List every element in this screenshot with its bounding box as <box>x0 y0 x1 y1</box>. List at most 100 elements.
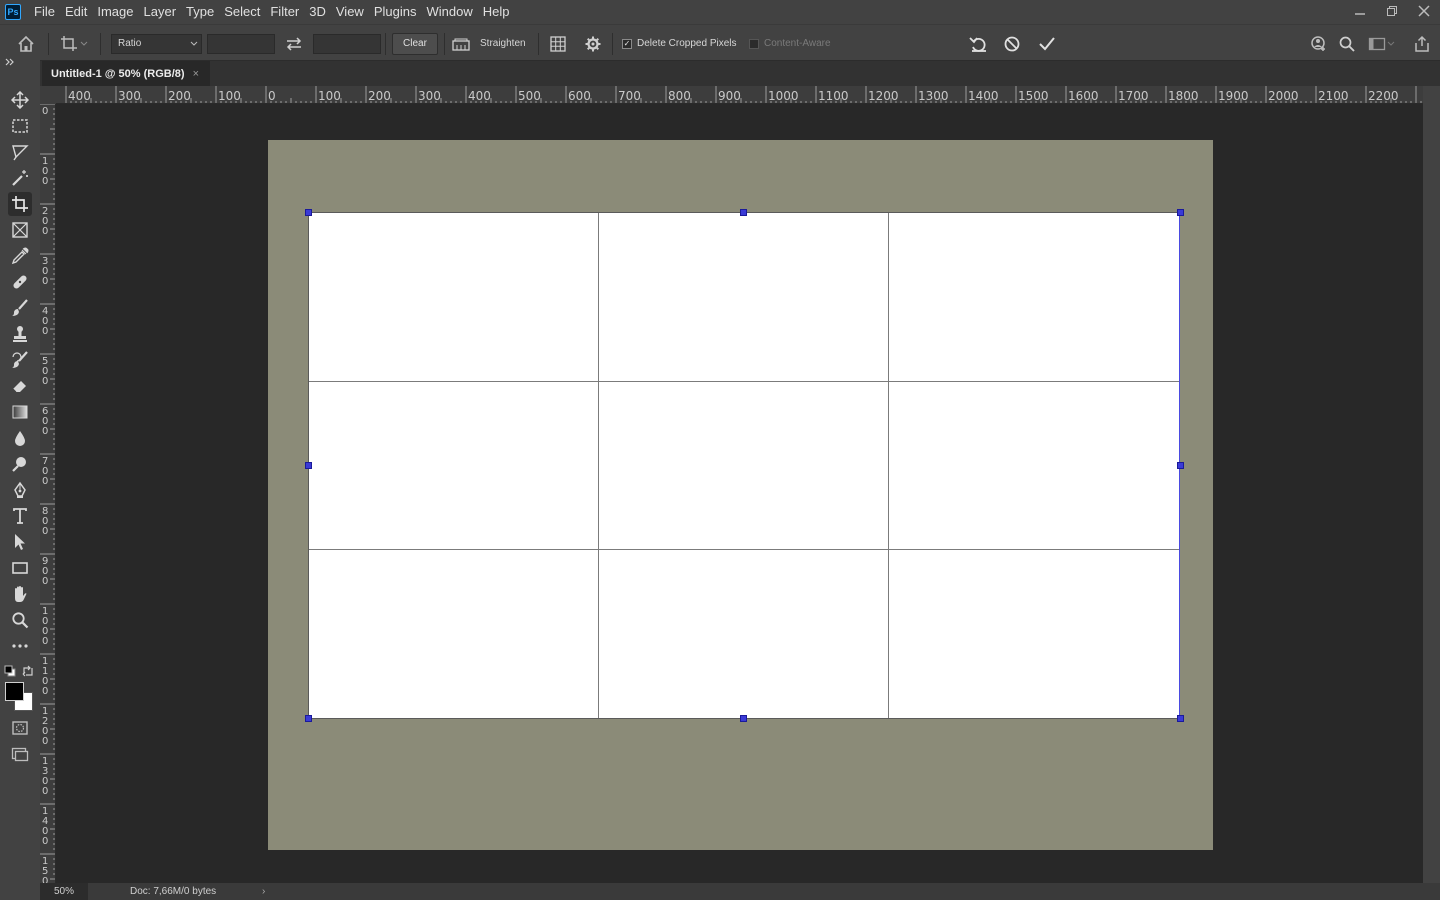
gradient-tool[interactable] <box>8 400 32 424</box>
crop-handle-top-right[interactable] <box>1177 209 1184 216</box>
status-menu-arrow[interactable]: › <box>262 883 265 900</box>
options-bar: Ratio Clear Straighten ✓ Delete Cropped … <box>0 24 1440 61</box>
lasso-tool[interactable] <box>8 140 32 164</box>
overlay-options-button[interactable] <box>549 25 567 62</box>
collapse-panels-button[interactable] <box>0 57 40 72</box>
menu-select[interactable]: Select <box>219 0 265 24</box>
type-tool[interactable] <box>8 504 32 528</box>
ratio-select-value: Ratio <box>118 38 142 49</box>
foreground-color-swatch[interactable] <box>5 682 24 701</box>
zoom-icon <box>12 612 29 629</box>
move-tool[interactable] <box>8 88 32 112</box>
width-input[interactable] <box>207 33 275 54</box>
checkbox-checked: ✓ <box>622 38 632 49</box>
commit-crop-button[interactable] <box>1038 25 1056 62</box>
share-button[interactable] <box>1413 25 1431 62</box>
blur-tool[interactable] <box>8 426 32 450</box>
bandage-icon <box>13 275 27 289</box>
crop-settings-button[interactable] <box>584 25 602 62</box>
tools-panel <box>0 72 40 900</box>
menu-window[interactable]: Window <box>421 0 477 24</box>
vertical-scrollbar[interactable] <box>1423 86 1440 883</box>
clone-stamp-tool[interactable] <box>8 322 32 346</box>
swap-dimensions-button[interactable] <box>285 25 303 62</box>
close-icon <box>1418 5 1430 17</box>
horizontal-ruler[interactable]: 400 300 200 100 0 100 200 300 400 500 600 700 800 900… <box>56 86 1423 104</box>
eyedropper-tool[interactable] <box>8 244 32 268</box>
edit-toolbar-button[interactable] <box>8 634 32 658</box>
clear-button[interactable]: Clear <box>392 32 438 55</box>
crop-handle-bottom-right[interactable] <box>1177 715 1184 722</box>
menu-edit[interactable]: Edit <box>60 0 92 24</box>
ruler-label: 0 <box>42 786 48 797</box>
history-brush-tool[interactable] <box>8 348 32 372</box>
hand-tool[interactable] <box>8 582 32 606</box>
crop-box[interactable] <box>308 212 1180 719</box>
menu-plugins[interactable]: Plugins <box>369 0 422 24</box>
swap-icon <box>286 36 302 51</box>
crop-tool[interactable] <box>8 192 32 216</box>
menu-layer[interactable]: Layer <box>139 0 182 24</box>
frame-tool[interactable] <box>8 218 32 242</box>
cancel-crop-button[interactable] <box>1003 25 1021 62</box>
magic-wand-tool[interactable] <box>8 166 32 190</box>
workspace-switcher[interactable] <box>1368 25 1396 62</box>
restore-button[interactable] <box>1376 0 1408 22</box>
menu-filter[interactable]: Filter <box>265 0 304 24</box>
document-info[interactable]: Doc: 7,66M/0 bytes <box>130 883 216 900</box>
quick-mask-button[interactable] <box>8 716 32 740</box>
brush-tool[interactable] <box>8 296 32 320</box>
menu-type[interactable]: Type <box>181 0 219 24</box>
straighten-button[interactable]: Straighten <box>452 25 526 62</box>
vertical-ruler[interactable]: 0100200300400500600700800900100011001200… <box>40 104 56 883</box>
dodge-tool[interactable] <box>8 452 32 476</box>
screen-mode-button[interactable] <box>8 742 32 766</box>
share-learn-button[interactable] <box>1310 25 1328 62</box>
crop-handle-bottom[interactable] <box>740 715 747 722</box>
zoom-level-field[interactable]: 50% <box>40 883 88 900</box>
menu-bar: Ps File Edit Image Layer Type Select Fil… <box>0 0 1440 24</box>
crop-handle-right[interactable] <box>1177 462 1184 469</box>
ratio-select[interactable]: Ratio <box>111 33 202 54</box>
tool-preset-picker[interactable] <box>60 25 88 62</box>
eyedropper-icon <box>11 247 29 265</box>
healing-brush-tool[interactable] <box>8 270 32 294</box>
menu-file[interactable]: File <box>29 0 60 24</box>
pen-tool[interactable] <box>8 478 32 502</box>
chevron-down-icon <box>190 41 198 46</box>
ruler-label: 0 <box>42 636 48 647</box>
swap-colors-button[interactable] <box>22 664 34 677</box>
ruler-label: 0 <box>42 736 48 747</box>
menu-help[interactable]: Help <box>478 0 515 24</box>
ruler-origin[interactable] <box>40 86 56 104</box>
status-bar: 50% Doc: 7,66M/0 bytes › <box>40 883 1440 900</box>
minimize-button[interactable] <box>1344 0 1376 22</box>
menu-view[interactable]: View <box>331 0 369 24</box>
path-selection-icon <box>15 534 25 550</box>
close-tab-icon[interactable]: × <box>193 68 199 80</box>
menu-3d[interactable]: 3D <box>304 0 331 24</box>
rectangular-marquee-tool[interactable] <box>8 114 32 138</box>
ruler-label: 100 <box>318 89 341 103</box>
crop-handle-top[interactable] <box>740 209 747 216</box>
path-selection-tool[interactable] <box>8 530 32 554</box>
crop-handle-top-left[interactable] <box>305 209 312 216</box>
rule-of-thirds-line <box>598 213 599 718</box>
pen-icon <box>14 481 26 498</box>
rectangle-tool[interactable] <box>8 556 32 580</box>
eraser-tool[interactable] <box>8 374 32 398</box>
hand-icon <box>15 586 27 602</box>
menu-image[interactable]: Image <box>92 0 138 24</box>
crop-handle-left[interactable] <box>305 462 312 469</box>
document-tab[interactable]: Untitled-1 @ 50% (RGB/8) × <box>42 61 210 86</box>
crop-handle-bottom-left[interactable] <box>305 715 312 722</box>
height-input[interactable] <box>313 33 381 54</box>
close-window-button[interactable] <box>1408 0 1440 22</box>
reset-crop-button[interactable] <box>969 25 989 62</box>
content-aware-checkbox[interactable]: Content-Aware <box>749 25 831 62</box>
zoom-tool[interactable] <box>8 608 32 632</box>
search-button[interactable] <box>1338 25 1356 62</box>
default-colors-button[interactable] <box>4 664 16 677</box>
learn-icon <box>1311 35 1325 51</box>
delete-cropped-pixels-checkbox[interactable]: ✓ Delete Cropped Pixels <box>622 25 737 62</box>
